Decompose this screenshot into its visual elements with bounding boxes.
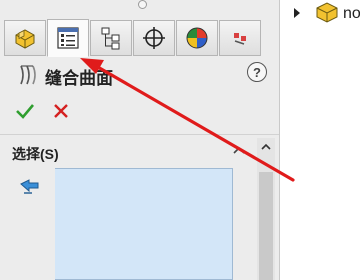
extra-tab[interactable] — [219, 20, 261, 56]
panel-scrollbar[interactable] — [257, 138, 275, 280]
manager-tab-bar — [4, 19, 274, 57]
property-manager-panel: 缝合曲面 ? 选择(S) — [0, 0, 280, 280]
tree-item-label[interactable]: no — [343, 5, 360, 23]
divider — [0, 134, 279, 135]
appearance-sphere-icon — [186, 27, 208, 49]
scroll-thumb[interactable] — [259, 172, 273, 280]
faces-selection-icon — [20, 179, 39, 194]
selection-section-header[interactable]: 选择(S) — [12, 144, 59, 164]
configuration-manager-tab[interactable] — [90, 20, 132, 56]
feature-manager-tab[interactable] — [4, 20, 46, 56]
close-icon — [54, 104, 68, 118]
help-button[interactable]: ? — [247, 62, 267, 82]
display-manager-tab[interactable] — [176, 20, 218, 56]
surfaces-selection-box[interactable] — [55, 168, 233, 280]
configuration-icon — [101, 27, 120, 50]
property-list-icon — [57, 27, 79, 49]
cancel-button[interactable] — [50, 100, 72, 122]
splitter-handle[interactable] — [138, 0, 147, 9]
checkmark-icon — [16, 104, 34, 119]
part-icon — [15, 29, 35, 49]
feature-title-row: 缝合曲面 ? — [0, 60, 279, 90]
part-icon — [316, 2, 338, 23]
ok-button[interactable] — [14, 100, 36, 122]
chevron-up-icon — [261, 143, 271, 150]
help-icon: ? — [253, 64, 261, 80]
dimxpert-manager-tab[interactable] — [133, 20, 175, 56]
property-manager-tab[interactable] — [47, 19, 89, 57]
crosshair-icon — [143, 27, 165, 49]
knit-surface-icon — [20, 65, 36, 85]
scroll-up-button[interactable] — [257, 138, 275, 156]
page-title: 缝合曲面 — [45, 69, 113, 88]
chevron-up-icon[interactable] — [232, 144, 246, 156]
tool-icon — [234, 33, 246, 45]
expand-arrow-icon[interactable] — [292, 7, 302, 19]
